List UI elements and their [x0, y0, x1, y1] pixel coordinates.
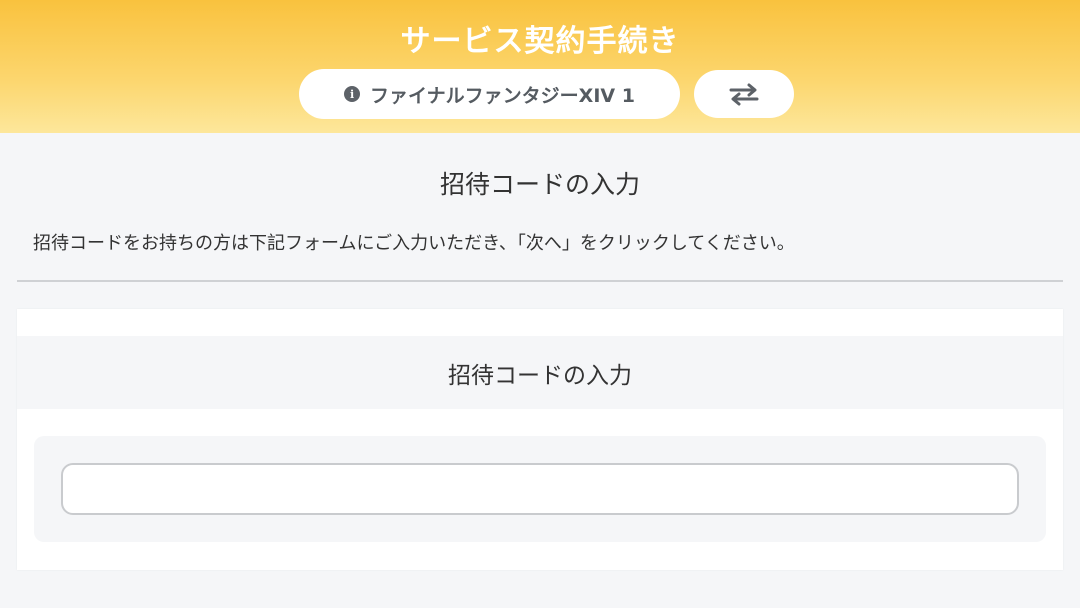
input-panel	[34, 436, 1046, 542]
card-title: 招待コードの入力	[17, 336, 1063, 409]
page-title: 招待コードの入力	[439, 170, 640, 199]
switch-service-button[interactable]	[694, 70, 794, 118]
swap-arrows-icon	[729, 83, 759, 106]
service-name: ファイナルファンタジーXIV 1	[370, 84, 635, 107]
header: サービス契約手続き i ファイナルファンタジーXIV 1	[0, 0, 1080, 133]
invite-code-card: 招待コードの入力	[17, 309, 1063, 570]
divider	[17, 280, 1063, 282]
instruction-text: 招待コードをお持ちの方は下記フォームにご入力いただき、「次へ」をクリックしてくだ…	[33, 233, 795, 254]
page-header-title: サービス契約手続き	[400, 24, 680, 59]
info-icon: i	[344, 86, 361, 102]
service-selector-button[interactable]: i ファイナルファンタジーXIV 1	[299, 69, 680, 119]
invite-code-input[interactable]	[61, 463, 1019, 515]
